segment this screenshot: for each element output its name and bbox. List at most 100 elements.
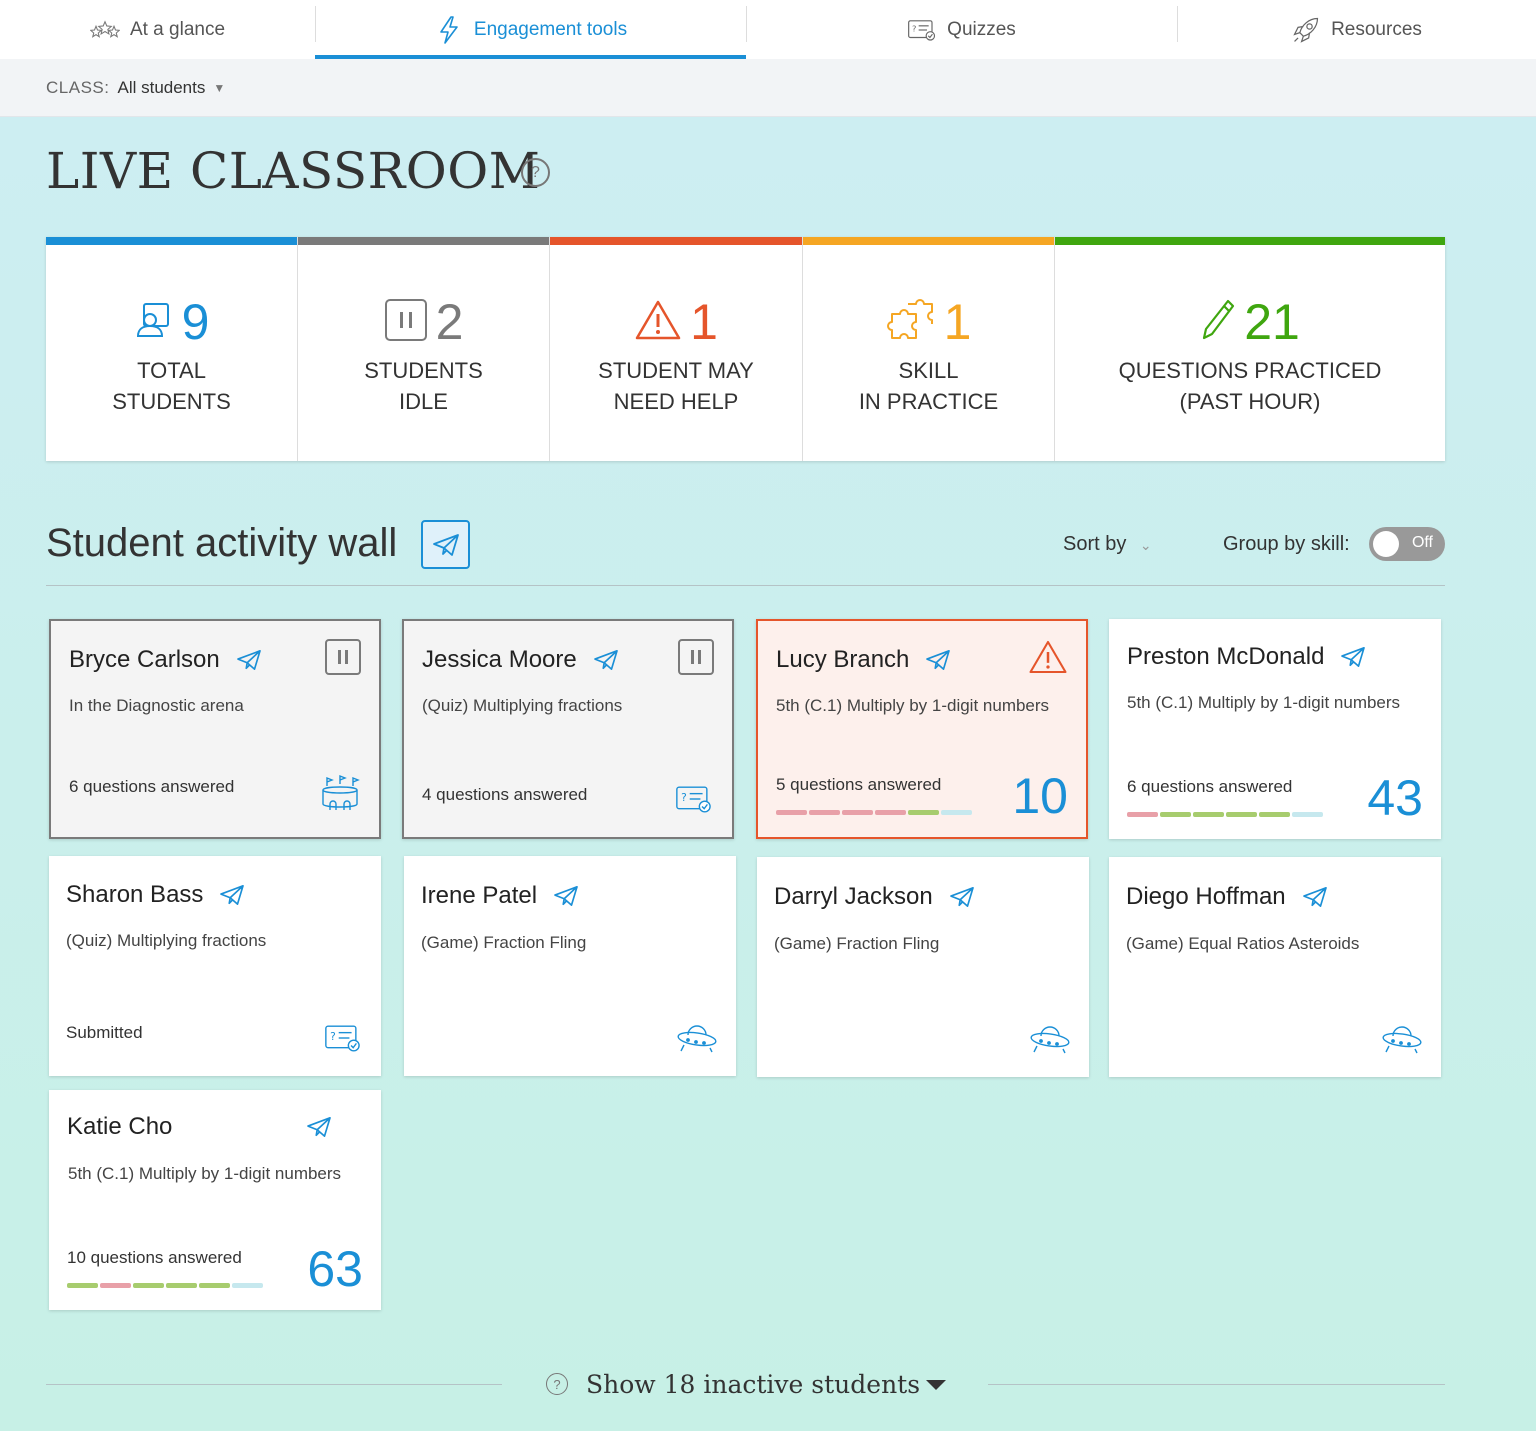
student-card[interactable]: Preston McDonald 5th (C.1) Multiply by 1… (1109, 619, 1441, 839)
student-name: Diego Hoffman (1126, 883, 1286, 910)
chevron-down-icon[interactable]: ▼ (213, 81, 225, 95)
stat-skill-in-practice[interactable]: 1 SKILL IN PRACTICE (803, 237, 1055, 461)
stat-label: STUDENTS (112, 389, 231, 414)
student-card[interactable]: Sharon Bass (Quiz) Multiplying fractions… (49, 856, 381, 1076)
rocket-icon (1291, 15, 1321, 45)
paper-plane-icon[interactable] (949, 886, 975, 908)
student-name: Lucy Branch (776, 646, 910, 673)
class-select[interactable]: All students (117, 78, 205, 98)
paper-plane-icon[interactable] (1302, 886, 1328, 908)
ufo-icon (676, 1021, 718, 1058)
top-nav: At a glance Engagement tools ? Quizzes R… (0, 0, 1536, 59)
student-card[interactable]: Katie Cho 5th (C.1) Multiply by 1-digit … (49, 1090, 381, 1310)
student-name: Bryce Carlson (69, 646, 220, 673)
student-card[interactable]: Diego Hoffman (Game) Equal Ratios Astero… (1109, 857, 1441, 1077)
send-message-button[interactable] (421, 520, 470, 569)
tab-label: At a glance (129, 18, 226, 40)
class-filter-bar: CLASS: All students ▼ (0, 59, 1536, 117)
class-label: CLASS: (46, 77, 110, 97)
student-progress: 6 questions answered (1127, 777, 1293, 796)
paper-plane-icon[interactable] (306, 1116, 332, 1138)
svg-text:?: ? (912, 23, 916, 33)
stat-bar (298, 237, 549, 245)
stat-label: (PAST HOUR) (1179, 389, 1321, 414)
page-title: LIVE CLASSROOM (46, 142, 541, 200)
sort-by-dropdown[interactable]: Sort by ⌄ (1063, 533, 1152, 556)
pause-icon (678, 639, 714, 675)
stat-bar (803, 237, 1054, 245)
quiz-icon: ? (323, 1023, 363, 1058)
answer-history-bar (1127, 812, 1323, 817)
tab-label: Quizzes (947, 18, 1016, 40)
quiz-icon: ? (907, 15, 937, 45)
student-card[interactable]: Irene Patel (Game) Fraction Fling (404, 856, 736, 1076)
student-progress: 10 questions answered (67, 1248, 242, 1267)
tab-label: Engagement tools (473, 18, 628, 40)
student-progress: 4 questions answered (422, 785, 588, 804)
stat-bar (46, 237, 297, 245)
student-activity: (Game) Equal Ratios Asteroids (1126, 934, 1360, 953)
stat-label: NEED HELP (613, 389, 739, 414)
stat-value: 2 (435, 294, 464, 350)
student-name: Irene Patel (421, 882, 538, 909)
stat-value: 21 (1244, 294, 1300, 350)
help-icon[interactable]: ? (521, 158, 550, 187)
ufo-icon (1381, 1022, 1423, 1059)
tab-divider (315, 6, 316, 42)
puzzle-icon (886, 298, 936, 347)
main-content: LIVE CLASSROOM ? 9 TOTAL STUDENTS 2 STUDE… (0, 117, 1536, 1431)
stat-bar (1055, 237, 1445, 245)
student-progress: 6 questions answered (69, 777, 235, 796)
lightning-icon (434, 15, 464, 45)
stat-label: QUESTIONS PRACTICED (1118, 358, 1382, 383)
tab-resources[interactable]: Resources (1177, 0, 1536, 59)
student-card[interactable]: Jessica Moore (Quiz) Multiplying fractio… (402, 619, 734, 839)
svg-text:?: ? (681, 791, 687, 804)
svg-text:?: ? (330, 1030, 336, 1043)
student-activity: 5th (C.1) Multiply by 1-digit numbers (1127, 693, 1401, 712)
stat-label: TOTAL (137, 358, 206, 383)
stat-label: SKILL (898, 358, 959, 383)
stat-need-help[interactable]: 1 STUDENT MAY NEED HELP (550, 237, 803, 461)
student-progress: 5 questions answered (776, 775, 942, 794)
paper-plane-icon[interactable] (236, 649, 262, 671)
inactive-students-section: ? Show 18 inactive students (46, 1364, 1445, 1404)
arena-icon (319, 774, 361, 819)
show-inactive-students-button[interactable]: Show 18 inactive students (586, 1370, 920, 1399)
group-by-label: Group by skill: (1223, 533, 1350, 555)
student-name: Jessica Moore (422, 646, 577, 673)
tab-engagement-tools[interactable]: Engagement tools (315, 0, 746, 59)
group-by-skill-toggle[interactable]: Off (1369, 527, 1445, 561)
help-icon[interactable]: ? (546, 1373, 568, 1395)
pause-icon (384, 298, 428, 347)
stat-students-idle[interactable]: 2 STUDENTS IDLE (298, 237, 550, 461)
divider (46, 585, 1445, 586)
toggle-label: Off (1411, 534, 1433, 551)
toggle-knob (1373, 531, 1399, 557)
paper-plane-icon[interactable] (553, 885, 579, 907)
caret-down-icon[interactable] (926, 1380, 946, 1390)
stat-total-students[interactable]: 9 TOTAL STUDENTS (46, 237, 298, 461)
stat-questions-practiced[interactable]: 21 QUESTIONS PRACTICED (PAST HOUR) (1055, 237, 1445, 461)
divider (46, 1384, 502, 1385)
stat-label: IDLE (399, 389, 448, 414)
student-activity: (Quiz) Multiplying fractions (66, 931, 267, 950)
warning-icon (1028, 639, 1068, 680)
stat-value: 1 (690, 294, 718, 350)
stats-panel: 9 TOTAL STUDENTS 2 STUDENTS IDLE 1 STUDEN (46, 237, 1445, 461)
tab-at-a-glance[interactable]: At a glance (0, 0, 315, 59)
stat-label: IN PRACTICE (858, 389, 999, 414)
paper-plane-icon[interactable] (1340, 646, 1366, 668)
chevron-down-icon: ⌄ (1139, 537, 1152, 553)
tab-quizzes[interactable]: ? Quizzes (746, 0, 1177, 59)
stat-bar (550, 237, 802, 245)
paper-plane-icon[interactable] (593, 649, 619, 671)
student-card[interactable]: Darryl Jackson (Game) Fraction Fling (757, 857, 1089, 1077)
student-card[interactable]: Lucy Branch 5th (C.1) Multiply by 1-digi… (756, 619, 1088, 839)
ufo-icon (1029, 1022, 1071, 1059)
paper-plane-icon[interactable] (219, 884, 245, 906)
stat-label: STUDENT MAY (598, 358, 754, 383)
student-card[interactable]: Bryce Carlson In the Diagnostic arena 6 … (49, 619, 381, 839)
student-activity: (Game) Fraction Fling (774, 934, 940, 953)
paper-plane-icon[interactable] (925, 649, 951, 671)
